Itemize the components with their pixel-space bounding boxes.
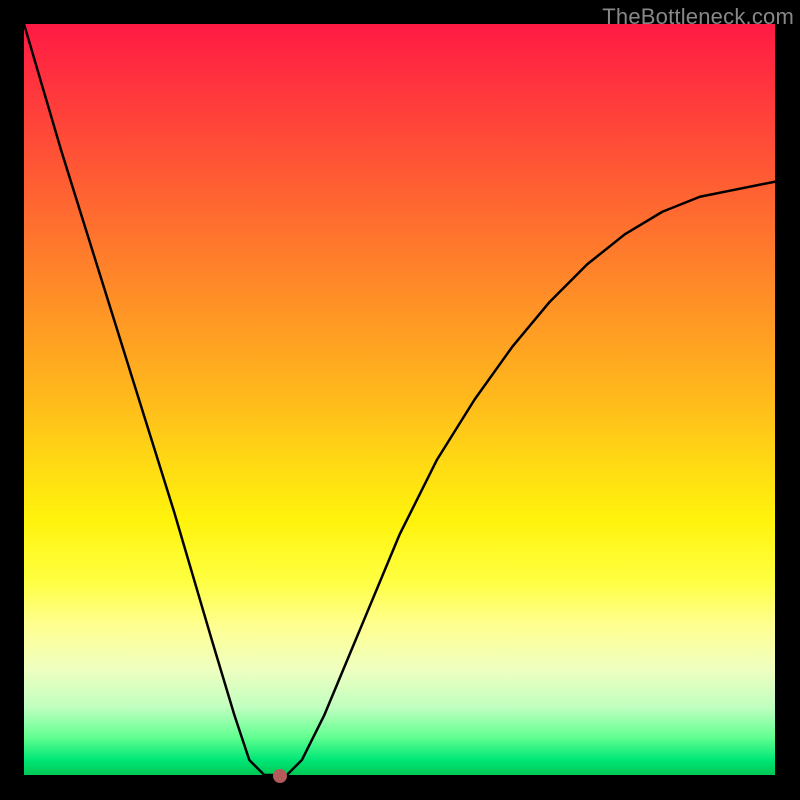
chart-frame: TheBottleneck.com bbox=[0, 0, 800, 800]
watermark-text: TheBottleneck.com bbox=[602, 4, 794, 30]
optimal-point-marker bbox=[273, 769, 287, 783]
bottleneck-curve bbox=[24, 24, 775, 775]
chart-plot-area bbox=[24, 24, 776, 776]
